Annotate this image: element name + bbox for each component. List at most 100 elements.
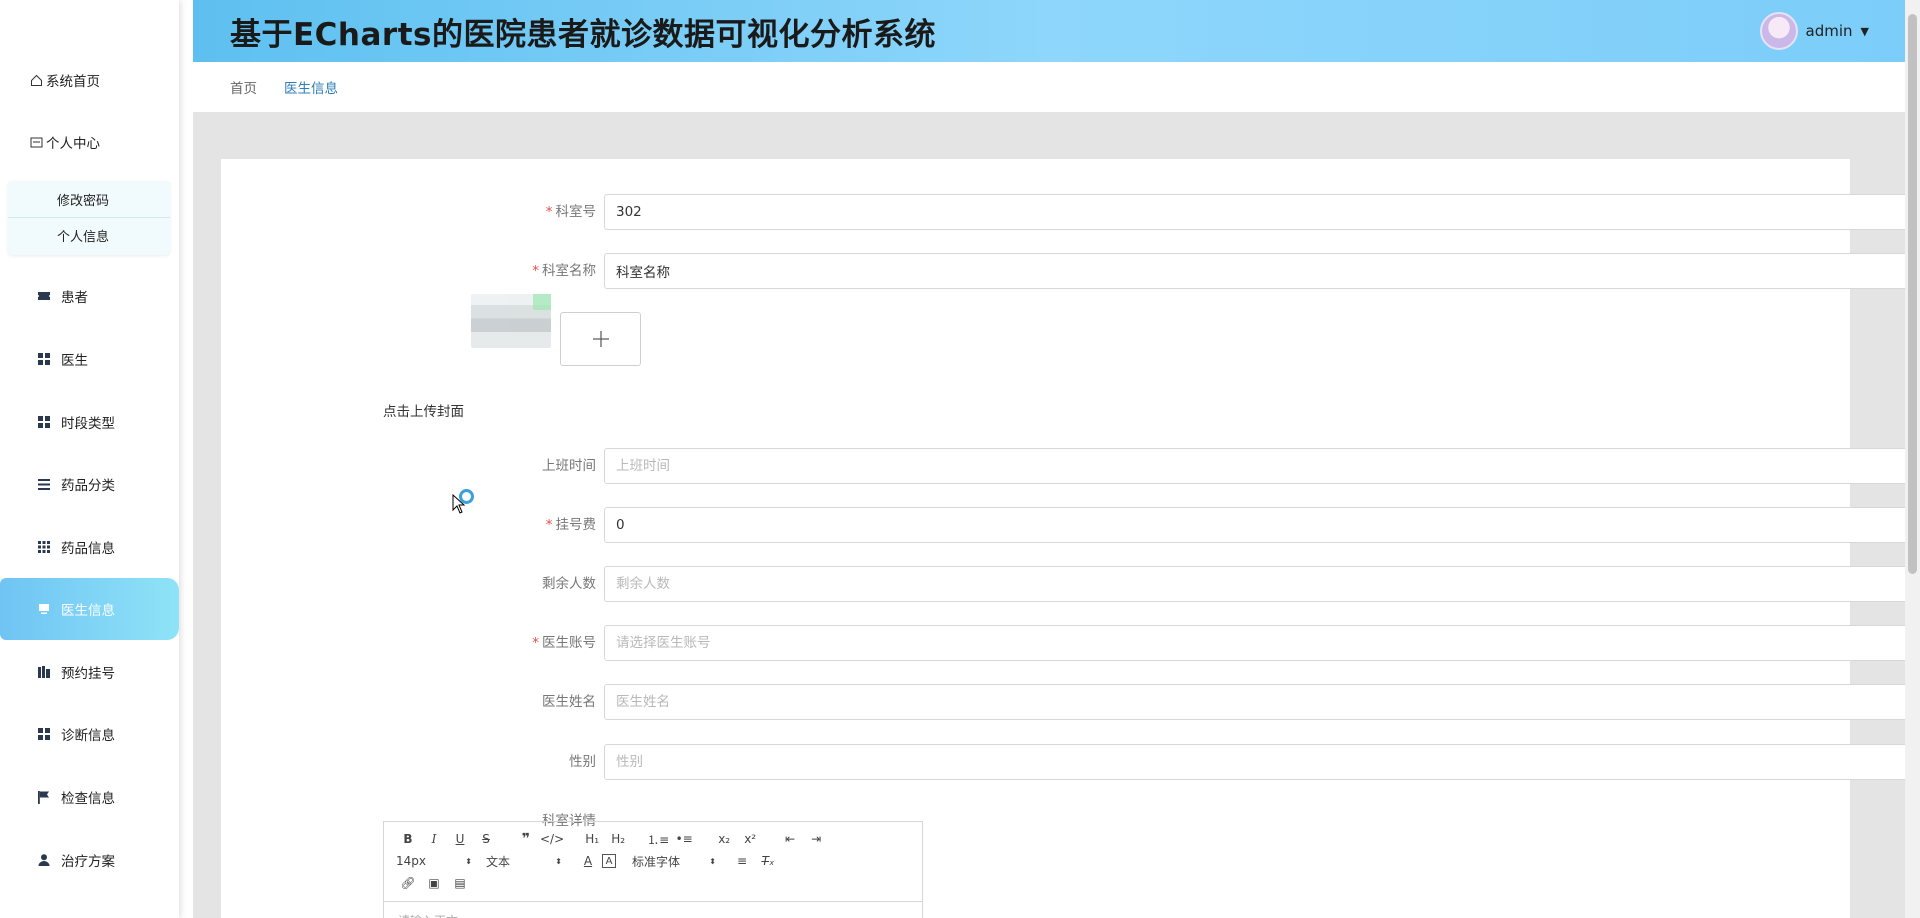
remaining-input[interactable] (604, 566, 1920, 602)
sidebar-item-diagnosis-info[interactable]: 诊断信息 (0, 703, 179, 765)
loading-spinner-icon (459, 489, 474, 504)
user-icon (37, 853, 51, 867)
home-icon (29, 73, 43, 87)
sidebar-item-patients[interactable]: 患者 (0, 265, 179, 327)
form-row-work-time: 上班时间 (221, 448, 1920, 484)
sidebar-item-drug-info[interactable]: 药品信息 (0, 516, 179, 578)
form-row-dept-name: * 科室名称 (221, 253, 1920, 289)
italic-button[interactable]: I (422, 829, 446, 849)
align-button[interactable]: ≡ (730, 851, 754, 871)
sidebar: 系统首页 个人中心 修改密码 个人信息 患者 医生 时段类型 药品分类 药品信息… (0, 0, 179, 918)
sidebar-item-home[interactable]: 系统首页 (0, 49, 179, 111)
breadcrumb: 首页 医生信息 (193, 62, 1905, 112)
link-icon[interactable]: 🔗︎ (396, 873, 420, 893)
indent-button[interactable]: ⇥ (804, 829, 828, 849)
doctor-name-input[interactable] (604, 684, 1920, 720)
background-color-button[interactable]: A (602, 854, 616, 868)
font-family-value: 标准字体 (632, 854, 681, 869)
flag-icon (37, 790, 51, 804)
heading1-button[interactable]: H₁ (580, 829, 604, 849)
dept-name-input[interactable] (604, 253, 1920, 289)
sidebar-item-treatment-plans[interactable]: 治疗方案 (0, 829, 179, 891)
sidebar-item-drug-categories[interactable]: 药品分类 (0, 453, 179, 515)
sidebar-item-time-slot-types[interactable]: 时段类型 (0, 391, 179, 453)
submenu-personal: 修改密码 个人信息 (8, 181, 170, 255)
user-menu[interactable]: admin ▼ (1759, 12, 1869, 50)
work-time-label: 上班时间 (542, 458, 596, 474)
dept-name-label: * 科室名称 (476, 253, 596, 289)
scrollbar-thumb[interactable] (1908, 14, 1917, 574)
bold-button[interactable]: B (396, 829, 420, 849)
outdent-button[interactable]: ⇤ (778, 829, 802, 849)
font-family-select[interactable]: 标准字体 ⬍ (632, 851, 716, 871)
required-mark: * (545, 204, 553, 220)
grid-icon (37, 352, 51, 366)
doctor-account-select[interactable] (604, 625, 1920, 661)
user-name[interactable]: admin (1806, 22, 1853, 40)
sidebar-item-label: 时段类型 (61, 416, 115, 432)
form-row-remaining: 剩余人数 (221, 566, 1920, 602)
apps-icon (37, 540, 51, 554)
ordered-list-button[interactable]: ⒈≡ (646, 829, 670, 849)
sidebar-item-label: 医生信息 (61, 603, 115, 619)
books-icon (37, 665, 51, 679)
subscript-button[interactable]: x₂ (712, 829, 736, 849)
font-size-value: 14px (396, 854, 426, 868)
text-style-select[interactable]: 文本 ⬍ (486, 851, 562, 871)
required-mark: * (532, 263, 539, 279)
font-size-select[interactable]: 14px ⬍ (396, 851, 472, 871)
rich-text-editor: B I U S ❞ </> H₁ H₂ ⒈≡ •≡ x₂ x² ⇤ ⇥ 14px… (383, 821, 923, 918)
sidebar-item-personal-center[interactable]: 个人中心 (0, 111, 179, 173)
sidebar-item-appointments[interactable]: 预约挂号 (0, 641, 179, 703)
ticket-icon (37, 289, 51, 303)
app-header: 基于ECharts的医院患者就诊数据可视化分析系统 admin ▼ (193, 0, 1905, 62)
form-row-cover: 封面 (221, 313, 1850, 349)
doctor-account-label: * 医生账号 (476, 625, 596, 661)
submenu-item-personal-info[interactable]: 个人信息 (8, 217, 170, 253)
form-row-gender: 性别 (221, 744, 1920, 780)
code-block-button[interactable]: </> (540, 829, 564, 849)
editor-body[interactable]: 请输入正文... (384, 901, 922, 918)
form-row-doctor-name: 医生姓名 (221, 684, 1920, 720)
grid-icon (37, 727, 51, 741)
sidebar-item-doctor-info[interactable]: 医生信息 (0, 578, 179, 640)
clear-format-button[interactable]: T̶ₓ (756, 851, 780, 871)
sidebar-item-label: 检查信息 (61, 791, 115, 807)
gender-input[interactable] (604, 744, 1920, 780)
sidebar-item-label: 诊断信息 (61, 728, 115, 744)
heading2-button[interactable]: H₂ (606, 829, 630, 849)
doctor-name-label: 医生姓名 (542, 694, 596, 710)
page-scrollbar[interactable] (1905, 0, 1920, 918)
blockquote-button[interactable]: ❞ (514, 829, 538, 849)
video-icon[interactable]: ▤ (448, 873, 472, 893)
image-icon[interactable]: ▣ (422, 873, 446, 893)
sidebar-item-examination-info[interactable]: 检查信息 (0, 766, 179, 828)
superscript-button[interactable]: x² (738, 829, 762, 849)
upload-cover-button[interactable] (560, 312, 641, 366)
app-title: 基于ECharts的医院患者就诊数据可视化分析系统 (230, 17, 936, 53)
doctor-account-label-text: 医生账号 (542, 635, 596, 651)
avatar[interactable] (1759, 12, 1798, 50)
text-style-value: 文本 (486, 854, 511, 869)
font-color-button[interactable]: A (576, 851, 600, 871)
dept-no-input[interactable] (604, 194, 1920, 230)
grid-icon (37, 415, 51, 429)
plus-icon (592, 331, 609, 347)
monitor-icon (37, 602, 51, 616)
submenu-item-change-password[interactable]: 修改密码 (8, 181, 170, 217)
work-time-input[interactable] (604, 448, 1920, 484)
fee-input[interactable] (604, 507, 1920, 543)
form-row-dept-no: * 科室号 (221, 194, 1920, 230)
caret-down-icon[interactable]: ▼ (1861, 25, 1869, 38)
underline-button[interactable]: U (448, 829, 472, 849)
sidebar-item-label: 预约挂号 (61, 666, 115, 682)
sidebar-item-label: 药品分类 (61, 478, 115, 494)
dept-no-label: * 科室号 (476, 194, 596, 230)
breadcrumb-home[interactable]: 首页 (230, 77, 257, 97)
sidebar-item-label: 系统首页 (46, 74, 100, 90)
sort-icon: ⬍ (555, 856, 562, 866)
bullet-list-button[interactable]: •≡ (672, 829, 696, 849)
breadcrumb-current: 医生信息 (284, 81, 338, 97)
strike-button[interactable]: S (474, 829, 498, 849)
sidebar-item-doctors[interactable]: 医生 (0, 328, 179, 390)
